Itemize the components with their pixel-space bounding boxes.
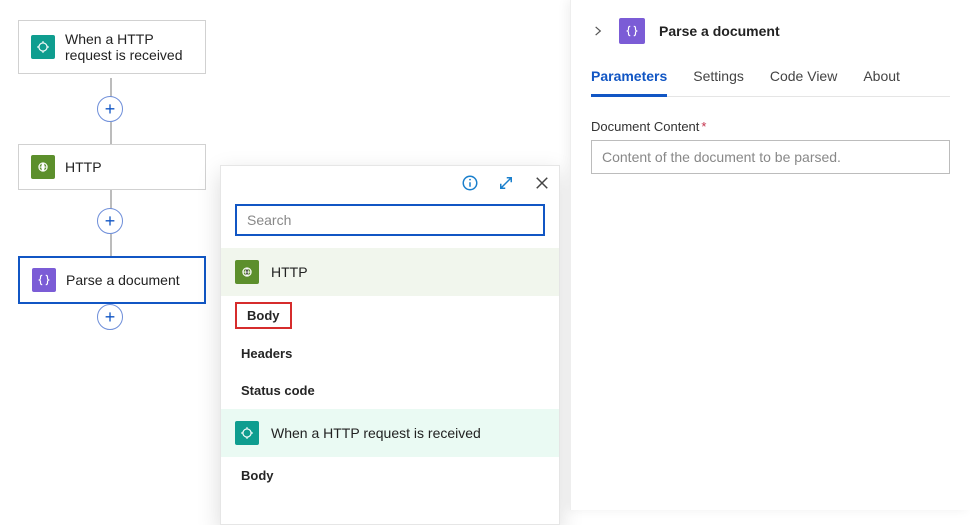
info-icon[interactable] bbox=[461, 174, 479, 192]
flow-node-http-trigger[interactable]: When a HTTP request is received bbox=[18, 20, 206, 74]
chevron-right-icon[interactable] bbox=[591, 24, 605, 38]
parse-json-icon bbox=[619, 18, 645, 44]
tab-about[interactable]: About bbox=[863, 62, 900, 96]
action-config-panel: Parse a document Parameters Settings Cod… bbox=[570, 0, 970, 510]
flow-node-http[interactable]: HTTP bbox=[18, 144, 206, 190]
parse-json-icon bbox=[32, 268, 56, 292]
picker-group-http[interactable]: HTTP bbox=[221, 248, 559, 296]
flow-node-label: When a HTTP request is received bbox=[65, 31, 193, 63]
flow-node-parse-document[interactable]: Parse a document bbox=[18, 256, 206, 304]
picker-item-body[interactable]: Body bbox=[235, 302, 292, 329]
panel-tabs: Parameters Settings Code View About bbox=[591, 62, 950, 97]
picker-item-status-code[interactable]: Status code bbox=[221, 372, 559, 409]
panel-title: Parse a document bbox=[659, 23, 780, 39]
picker-group-title: When a HTTP request is received bbox=[271, 425, 481, 441]
http-icon bbox=[235, 260, 259, 284]
request-icon bbox=[31, 35, 55, 59]
connector-line bbox=[110, 234, 112, 256]
add-step-button[interactable]: + bbox=[97, 208, 123, 234]
flow-node-label: Parse a document bbox=[66, 272, 180, 288]
tab-settings[interactable]: Settings bbox=[693, 62, 744, 96]
http-icon bbox=[31, 155, 55, 179]
add-step-button[interactable]: + bbox=[97, 304, 123, 330]
connector-line bbox=[110, 122, 112, 144]
request-icon bbox=[235, 421, 259, 445]
dynamic-content-picker: HTTP Body Headers Status code When a HTT… bbox=[220, 165, 560, 525]
close-icon[interactable] bbox=[533, 174, 551, 192]
document-content-input[interactable] bbox=[591, 140, 950, 174]
expand-icon[interactable] bbox=[497, 174, 515, 192]
picker-item-headers[interactable]: Headers bbox=[221, 335, 559, 372]
picker-item-body[interactable]: Body bbox=[221, 457, 559, 494]
picker-search-wrapper bbox=[235, 204, 545, 236]
connector-line bbox=[110, 78, 112, 98]
document-content-label: Document Content* bbox=[591, 119, 950, 134]
search-input[interactable] bbox=[237, 206, 543, 234]
tab-parameters[interactable]: Parameters bbox=[591, 62, 667, 97]
flow-node-label: HTTP bbox=[65, 159, 102, 175]
picker-group-title: HTTP bbox=[271, 264, 308, 280]
tab-code-view[interactable]: Code View bbox=[770, 62, 837, 96]
add-step-button[interactable]: + bbox=[97, 96, 123, 122]
picker-group-http-trigger[interactable]: When a HTTP request is received bbox=[221, 409, 559, 457]
